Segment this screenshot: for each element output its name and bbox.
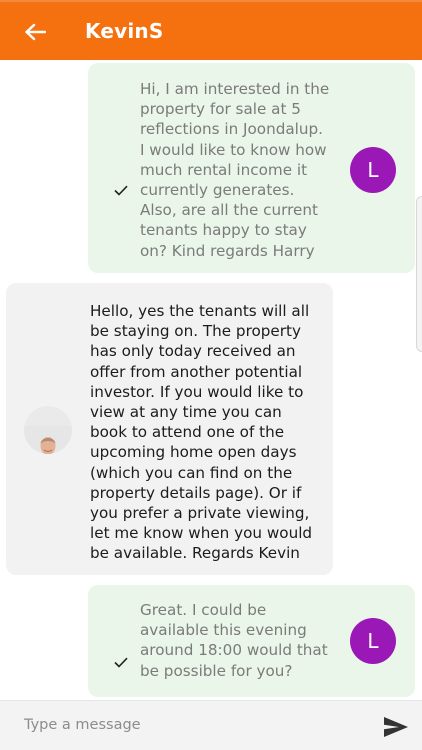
conversation-title: KevinS — [85, 19, 164, 43]
app-bar: KevinS — [0, 0, 422, 60]
avatar: L — [350, 147, 396, 193]
message-list[interactable]: Hi, I am interested in the property for … — [0, 60, 422, 700]
message-text: Great. I could be available this evening… — [140, 601, 328, 680]
check-icon — [114, 633, 128, 673]
avatar-initial: L — [367, 157, 379, 182]
back-button[interactable] — [18, 15, 52, 49]
message-text: Hello, yes the tenants will all be stayi… — [90, 302, 313, 563]
profile-photo — [24, 406, 72, 454]
outgoing-message[interactable]: Great. I could be available this evening… — [88, 585, 415, 697]
check-icon — [114, 161, 128, 201]
avatar-initial: L — [367, 628, 379, 653]
message-composer — [0, 700, 422, 750]
incoming-message[interactable]: Hello, yes the tenants will all be stayi… — [6, 283, 333, 575]
send-button[interactable] — [380, 712, 412, 742]
arrow-left-icon — [25, 23, 46, 41]
send-icon — [384, 717, 408, 737]
outgoing-message[interactable]: Hi, I am interested in the property for … — [88, 63, 415, 273]
message-input[interactable] — [14, 709, 374, 741]
avatar: L — [350, 618, 396, 664]
scrollbar-handle[interactable] — [416, 196, 422, 352]
message-text: Hi, I am interested in the property for … — [140, 80, 330, 260]
